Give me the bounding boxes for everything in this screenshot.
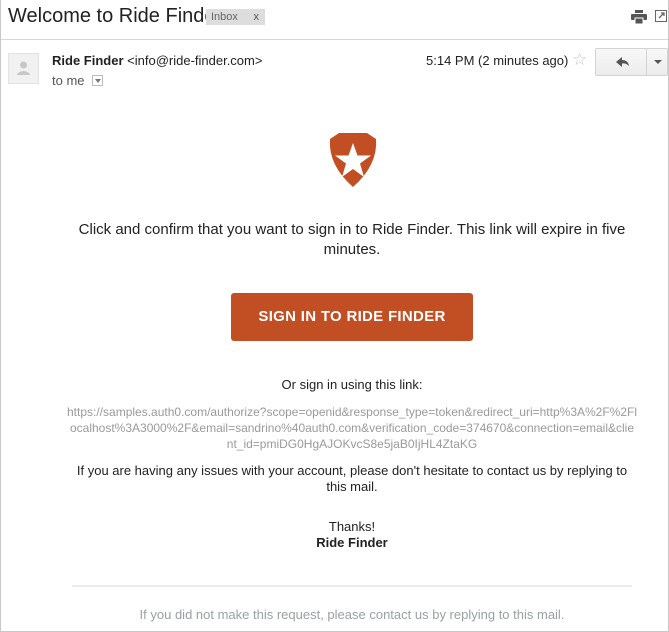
- show-details-toggle[interactable]: [92, 75, 104, 86]
- signature: Ride Finder: [316, 535, 388, 550]
- shield-star-logo: [329, 133, 377, 187]
- footer-note: If you did not make this request, please…: [139, 607, 565, 622]
- email-window: Welcome to Ride Finder Inbox x Ride Find…: [0, 0, 669, 632]
- sign-in-link[interactable]: https://samples.auth0.com/authorize?scop…: [67, 404, 637, 452]
- label-inbox[interactable]: Inbox x: [206, 9, 265, 25]
- recipient-line: to me: [52, 73, 104, 88]
- sender-line: Ride Finder <info@ride-finder.com>: [52, 53, 262, 68]
- email-timestamp: 5:14 PM (2 minutes ago): [426, 53, 569, 68]
- more-actions-button[interactable]: [646, 49, 668, 75]
- person-icon: [17, 61, 30, 75]
- recipient-text: to me: [52, 73, 85, 88]
- sender-name[interactable]: Ride Finder: [52, 53, 124, 68]
- reply-button[interactable]: [596, 49, 646, 75]
- remove-label-button[interactable]: x: [254, 9, 260, 25]
- email-subject: Welcome to Ride Finder: [8, 5, 223, 27]
- subject-bar: Welcome to Ride Finder Inbox x: [1, 0, 668, 40]
- label-name: Inbox: [211, 11, 238, 23]
- divider: [72, 585, 632, 587]
- reply-button-group: [595, 48, 668, 76]
- sender-address: <info@ride-finder.com>: [127, 53, 263, 68]
- star-icon[interactable]: ☆: [572, 50, 587, 70]
- support-text: If you are having any issues with your a…: [76, 463, 628, 494]
- thanks-text: Thanks!: [328, 519, 376, 534]
- intro-text: Click and confirm that you want to sign …: [78, 221, 626, 258]
- sign-in-button[interactable]: SIGN IN TO RIDE FINDER: [231, 293, 473, 341]
- alt-link-label: Or sign in using this link:: [281, 377, 423, 392]
- sender-avatar: [8, 53, 39, 84]
- reply-icon: [616, 57, 629, 67]
- print-icon[interactable]: [631, 10, 647, 24]
- open-in-new-window-icon[interactable]: [655, 10, 667, 22]
